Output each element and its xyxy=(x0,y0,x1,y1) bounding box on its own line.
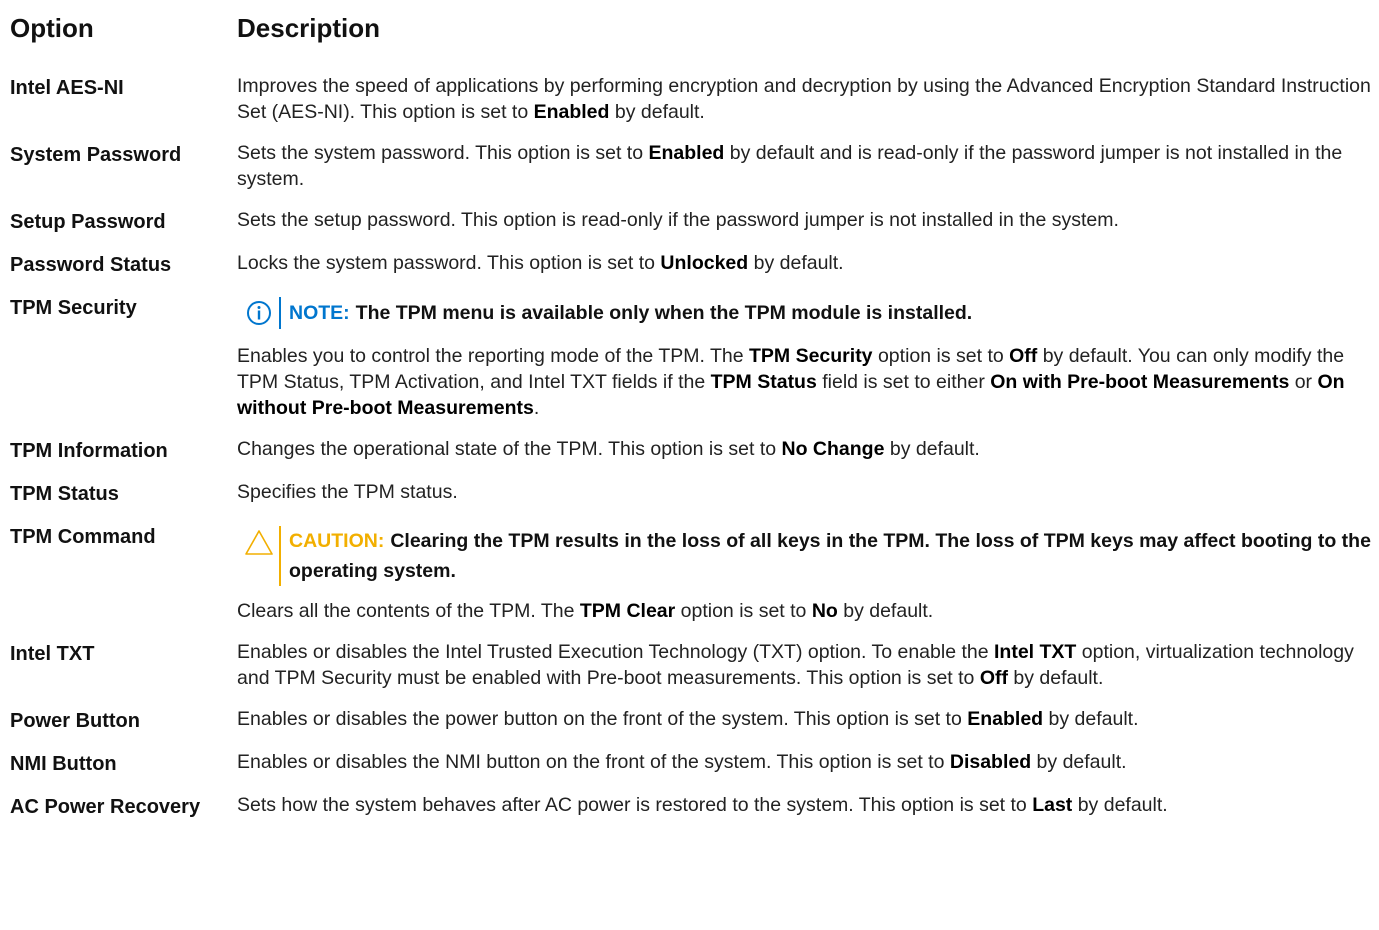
default-value: Enabled xyxy=(967,708,1044,730)
option-name: Power Button xyxy=(10,710,140,732)
description-text: Enables you to control the reporting mod… xyxy=(237,345,749,367)
option-name: Password Status xyxy=(10,254,172,276)
bold-term: TPM Security xyxy=(749,345,873,367)
bold-term: Intel TXT xyxy=(994,641,1077,663)
note-callout: NOTE: The TPM menu is available only when… xyxy=(243,297,1377,329)
description-text: Locks the system password. This option i… xyxy=(237,252,661,274)
description-text: Enables or disables the NMI button on th… xyxy=(237,751,950,773)
option-description: Enables or disables the power button on … xyxy=(237,706,1377,732)
default-value: Off xyxy=(1009,345,1038,367)
description-text: Sets the setup password. This option is … xyxy=(237,209,1119,231)
option-name: System Password xyxy=(10,144,182,166)
option-description: Sets how the system behaves after AC pow… xyxy=(237,792,1377,818)
option-description: NOTE: The TPM menu is available only when… xyxy=(237,293,1377,421)
table-row-intel-txt: Intel TXT Enables or disables the Intel … xyxy=(10,639,1379,691)
table-row-nmi-button: NMI Button Enables or disables the NMI b… xyxy=(10,749,1379,777)
bold-term: TPM Clear xyxy=(579,600,676,622)
option-description: Enables or disables the NMI button on th… xyxy=(237,749,1377,775)
description-text: Enables or disables the power button on … xyxy=(237,708,968,730)
option-description: CAUTION: Clearing the TPM results in the … xyxy=(237,522,1377,624)
option-name: AC Power Recovery xyxy=(10,796,201,818)
option-name: Intel TXT xyxy=(10,643,95,665)
default-value: No xyxy=(811,600,838,622)
description-text: by default. xyxy=(884,438,980,460)
caution-message: Clearing the TPM results in the loss of … xyxy=(289,530,1371,582)
note-divider xyxy=(279,297,281,329)
option-name: TPM Status xyxy=(10,483,119,505)
default-value: Unlocked xyxy=(660,252,749,274)
option-name: TPM Security xyxy=(10,297,137,319)
default-value: Off xyxy=(979,667,1008,689)
description-text: Clears all the contents of the TPM. The xyxy=(237,600,580,622)
option-name: Intel AES-NI xyxy=(10,77,124,99)
table-row-setup-password: Setup Password Sets the setup password. … xyxy=(10,207,1379,235)
table-row-power-button: Power Button Enables or disables the pow… xyxy=(10,706,1379,734)
option-description: Specifies the TPM status. xyxy=(237,479,1377,505)
note-message: The TPM menu is available only when the … xyxy=(355,302,973,324)
description-text: Specifies the TPM status. xyxy=(237,481,458,503)
default-value: No Change xyxy=(781,438,885,460)
option-description: Changes the operational state of the TPM… xyxy=(237,436,1377,462)
options-table: Option Description Intel AES-NI Improves… xyxy=(0,0,1379,820)
table-row-password-status: Password Status Locks the system passwor… xyxy=(10,250,1379,278)
default-value: Disabled xyxy=(949,751,1032,773)
option-description: Sets the system password. This option is… xyxy=(237,140,1377,192)
option-name: NMI Button xyxy=(10,753,117,775)
table-header: Option Description xyxy=(10,10,1379,46)
description-text: by default. xyxy=(837,600,934,622)
option-name: Setup Password xyxy=(10,211,166,233)
description-column-header: Description xyxy=(237,13,381,43)
table-row-system-password: System Password Sets the system password… xyxy=(10,140,1379,192)
option-description: Locks the system password. This option i… xyxy=(237,250,1377,276)
caution-callout: CAUTION: Clearing the TPM results in the … xyxy=(243,526,1377,586)
description-text: Sets the system password. This option is… xyxy=(237,142,649,164)
description-text: field is set to either xyxy=(816,371,991,393)
option-name: TPM Command xyxy=(10,526,156,548)
description-text: by default. xyxy=(748,252,844,274)
caution-label: CAUTION: xyxy=(289,530,385,552)
option-name: TPM Information xyxy=(10,440,168,462)
option-description: Improves the speed of applications by pe… xyxy=(237,73,1377,125)
default-value: Last xyxy=(1032,794,1073,816)
description-text: by default. xyxy=(1043,708,1139,730)
description-text: . xyxy=(533,397,540,419)
description-text: by default. xyxy=(1031,751,1127,773)
description-text: option is set to xyxy=(675,600,812,622)
table-row-tpm-command: TPM Command CAUTION: Clearing the TPM res… xyxy=(10,522,1379,624)
default-value: Enabled xyxy=(533,101,610,123)
table-row-tpm-status: TPM Status Specifies the TPM status. xyxy=(10,479,1379,507)
description-text: by default. xyxy=(1072,794,1168,816)
note-text: NOTE: The TPM menu is available only when… xyxy=(289,297,972,329)
table-row-tpm-security: TPM Security NOTE: The TPM menu is availa… xyxy=(10,293,1379,421)
option-description: Sets the setup password. This option is … xyxy=(237,207,1377,233)
description-text: option is set to xyxy=(872,345,1010,367)
option-description: Enables or disables the Intel Trusted Ex… xyxy=(237,639,1377,691)
description-text: Improves the speed of applications by pe… xyxy=(237,75,1371,123)
option-column-header: Option xyxy=(10,13,94,43)
default-value: Enabled xyxy=(648,142,725,164)
bold-term: TPM Status xyxy=(710,371,817,393)
info-circle-icon xyxy=(247,301,271,325)
note-label: NOTE: xyxy=(289,302,350,324)
description-text: by default. xyxy=(1007,667,1104,689)
table-row-tpm-information: TPM Information Changes the operational … xyxy=(10,436,1379,464)
caution-text: CAUTION: Clearing the TPM results in the … xyxy=(289,526,1377,586)
bold-term: On with Pre-boot Measurements xyxy=(990,371,1290,393)
description-text: Changes the operational state of the TPM… xyxy=(237,438,782,460)
description-text: by default. xyxy=(609,101,705,123)
table-row-ac-power-recovery: AC Power Recovery Sets how the system be… xyxy=(10,792,1379,820)
warning-triangle-icon xyxy=(245,530,273,555)
description-text: or xyxy=(1289,371,1318,393)
description-text: Sets how the system behaves after AC pow… xyxy=(237,794,1033,816)
caution-divider xyxy=(279,526,281,586)
description-text: Enables or disables the Intel Trusted Ex… xyxy=(237,641,994,663)
table-row-intel-aes-ni: Intel AES-NI Improves the speed of appli… xyxy=(10,73,1379,125)
